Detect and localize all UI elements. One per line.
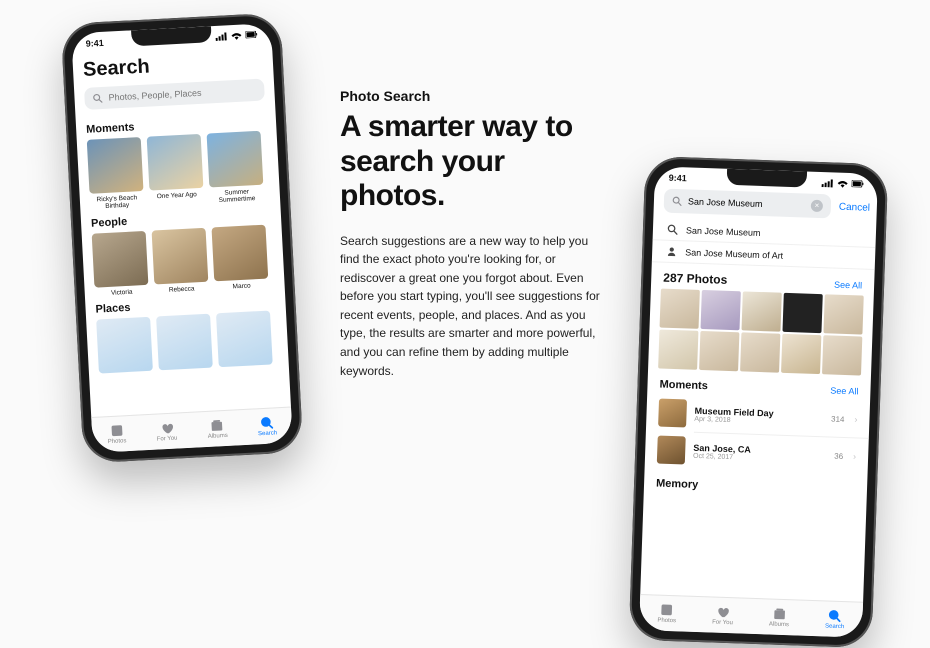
tab-label: Albums xyxy=(769,622,789,629)
tab-label: Search xyxy=(825,623,844,630)
tab-label: Photos xyxy=(657,618,676,625)
chevron-right-icon: › xyxy=(854,414,857,424)
person-item[interactable]: Victoria xyxy=(92,231,149,298)
search-icon xyxy=(667,224,678,235)
place-item[interactable] xyxy=(156,314,213,371)
tab-bar: Photos For You Albums Search xyxy=(639,594,863,638)
see-all-link[interactable]: See All xyxy=(834,280,862,291)
photo-thumb[interactable] xyxy=(781,334,821,374)
person-item[interactable]: Rebecca xyxy=(152,228,209,295)
moment-item[interactable]: One Year Ago xyxy=(147,134,205,209)
photo-thumb[interactable] xyxy=(740,332,780,372)
tab-albums[interactable]: Albums xyxy=(769,607,790,629)
tab-albums[interactable]: Albums xyxy=(207,418,228,440)
search-bar[interactable]: × xyxy=(664,189,832,219)
clear-icon[interactable]: × xyxy=(811,200,823,212)
moment-item[interactable]: Summer Summertime xyxy=(207,131,265,206)
photo-thumb[interactable] xyxy=(822,335,862,375)
moment-count: 314 xyxy=(831,414,845,423)
photo-thumb[interactable] xyxy=(741,291,781,331)
wifi-icon xyxy=(230,32,242,41)
tab-label: For You xyxy=(712,620,733,627)
tab-foryou[interactable]: For You xyxy=(156,421,178,443)
search-input[interactable] xyxy=(688,196,805,210)
photo-thumb[interactable] xyxy=(782,293,822,333)
moment-item[interactable]: Ricky's Beach Birthday xyxy=(87,137,145,212)
section-moments-title: Moments xyxy=(659,379,708,393)
place-item[interactable] xyxy=(216,311,273,368)
photo-thumb[interactable] xyxy=(823,294,863,334)
status-time: 9:41 xyxy=(85,38,104,49)
headline: A smarter way to search your photos. xyxy=(340,110,605,214)
cancel-button[interactable]: Cancel xyxy=(839,201,871,213)
marketing-copy: Photo Search A smarter way to search you… xyxy=(340,88,605,380)
tab-label: Albums xyxy=(208,433,228,440)
battery-icon xyxy=(245,31,257,40)
wifi-icon xyxy=(837,180,849,188)
suggestion-label: San Jose Museum xyxy=(686,225,761,238)
tab-label: For You xyxy=(157,436,178,443)
tab-label: Search xyxy=(258,430,277,437)
search-input[interactable] xyxy=(108,85,256,103)
cellular-icon xyxy=(822,179,834,187)
moment-count: 36 xyxy=(834,451,843,460)
moment-label: One Year Ago xyxy=(157,191,197,201)
photo-grid xyxy=(648,288,874,376)
result-count: 287 Photos xyxy=(663,271,727,287)
search-icon xyxy=(672,196,682,206)
moment-thumb xyxy=(658,399,687,428)
suggestion-label: San Jose Museum of Art xyxy=(685,247,783,260)
phone-mockup-left: 9:41 Search Moments Ricky's Beach Birthd… xyxy=(61,13,304,464)
phone-mockup-right: 9:41 × Cancel San Jose Museum San Jose M… xyxy=(629,156,889,648)
section-memory-title: Memory xyxy=(656,477,699,490)
tab-bar: Photos For You Albums Search xyxy=(91,407,293,453)
photo-thumb[interactable] xyxy=(699,331,739,371)
place-item[interactable] xyxy=(96,317,153,374)
tab-foryou[interactable]: For You xyxy=(712,605,733,627)
status-time: 9:41 xyxy=(669,173,687,184)
photo-thumb[interactable] xyxy=(701,290,741,330)
search-icon xyxy=(92,93,103,104)
battery-icon xyxy=(852,180,864,188)
tab-search[interactable]: Search xyxy=(257,415,277,437)
moment-thumb xyxy=(657,436,686,465)
person-icon xyxy=(666,246,677,257)
chevron-right-icon: › xyxy=(853,451,856,461)
tab-photos[interactable]: Photos xyxy=(657,603,676,625)
person-item[interactable]: Marco xyxy=(211,225,268,292)
photo-thumb[interactable] xyxy=(660,289,700,329)
tab-label: Photos xyxy=(108,438,127,445)
cellular-icon xyxy=(215,32,227,41)
tab-photos[interactable]: Photos xyxy=(107,423,127,445)
see-all-link[interactable]: See All xyxy=(830,386,858,397)
body-text: Search suggestions are a new way to help… xyxy=(340,232,605,381)
eyebrow: Photo Search xyxy=(340,88,605,104)
photo-thumb[interactable] xyxy=(658,329,698,369)
tab-search[interactable]: Search xyxy=(825,608,845,630)
